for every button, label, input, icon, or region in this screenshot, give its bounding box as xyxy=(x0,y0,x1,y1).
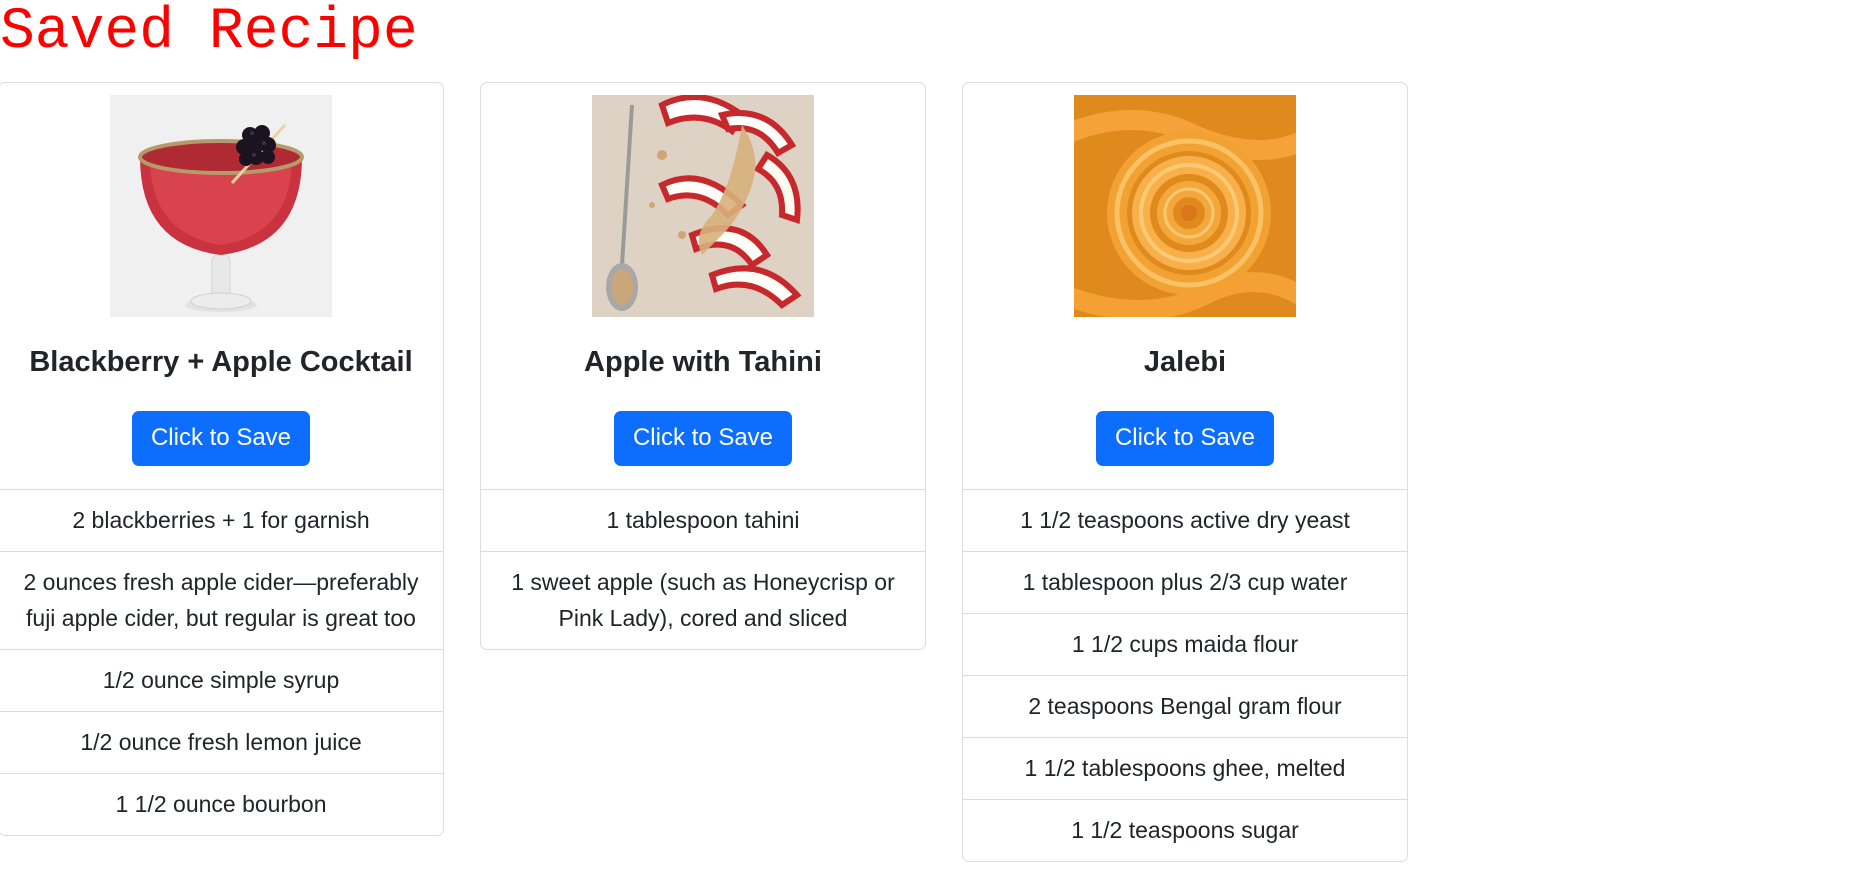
recipe-title: Jalebi xyxy=(1143,346,1227,378)
ingredient-item: 1 1/2 teaspoons sugar xyxy=(1071,817,1299,843)
cocktail-image xyxy=(110,95,332,317)
cocktail-photo-icon xyxy=(110,95,332,317)
recipe-card-header: Apple with Tahini Click to Save xyxy=(481,83,925,490)
ingredient-list: 1 tablespoon tahini 1 sweet apple (such … xyxy=(481,490,925,649)
ingredient-list: 2 blackberries + 1 for garnish 2 ounces … xyxy=(0,490,443,835)
recipe-card: Jalebi Click to Save 1 1/2 teaspoons act… xyxy=(962,82,1408,862)
recipe-card-header: Jalebi Click to Save xyxy=(963,83,1407,490)
ingredient-item: 2 ounces fresh apple cider—preferably fu… xyxy=(0,552,443,650)
recipe-title: Apple with Tahini xyxy=(584,346,822,378)
ingredient-item: 1 1/2 teaspoons active dry yeast xyxy=(963,490,1407,552)
ingredient-item: 1/2 ounce simple syrup xyxy=(0,650,443,712)
ingredient-list: 1 1/2 teaspoons active dry yeast 1 table… xyxy=(963,490,1407,861)
save-button[interactable]: Click to Save xyxy=(1095,411,1275,466)
recipe-card: Blackberry + Apple Cocktail Click to Sav… xyxy=(0,82,444,836)
recipe-card: Apple with Tahini Click to Save 1 tables… xyxy=(480,82,926,650)
ingredient-item: 1 sweet apple (such as Honeycrisp or Pin… xyxy=(511,569,895,631)
ingredient-item: 1 tablespoon plus 2/3 cup water xyxy=(963,552,1407,614)
apple-tahini-photo-icon xyxy=(592,95,814,317)
ingredient-item: 1 1/2 tablespoons ghee, melted xyxy=(963,738,1407,800)
save-button[interactable]: Click to Save xyxy=(613,411,793,466)
recipe-card-header: Blackberry + Apple Cocktail Click to Sav… xyxy=(0,83,443,490)
page-title: Saved Recipe xyxy=(0,0,418,65)
jalebi-image xyxy=(1074,95,1296,317)
ingredient-item: 2 blackberries + 1 for garnish xyxy=(0,490,443,552)
ingredient-item: 1/2 ounce fresh lemon juice xyxy=(0,712,443,774)
recipe-card-list: Blackberry + Apple Cocktail Click to Sav… xyxy=(0,82,1446,862)
ingredient-item: 2 teaspoons Bengal gram flour xyxy=(963,676,1407,738)
ingredient-item: 1 1/2 cups maida flour xyxy=(963,614,1407,676)
apple-tahini-image xyxy=(592,95,814,317)
jalebi-photo-icon xyxy=(1074,95,1296,317)
ingredient-item: 1 tablespoon tahini xyxy=(481,490,925,552)
ingredient-item: 1 1/2 ounce bourbon xyxy=(115,791,327,817)
recipe-title: Blackberry + Apple Cocktail xyxy=(29,346,413,378)
save-button[interactable]: Click to Save xyxy=(131,411,311,466)
